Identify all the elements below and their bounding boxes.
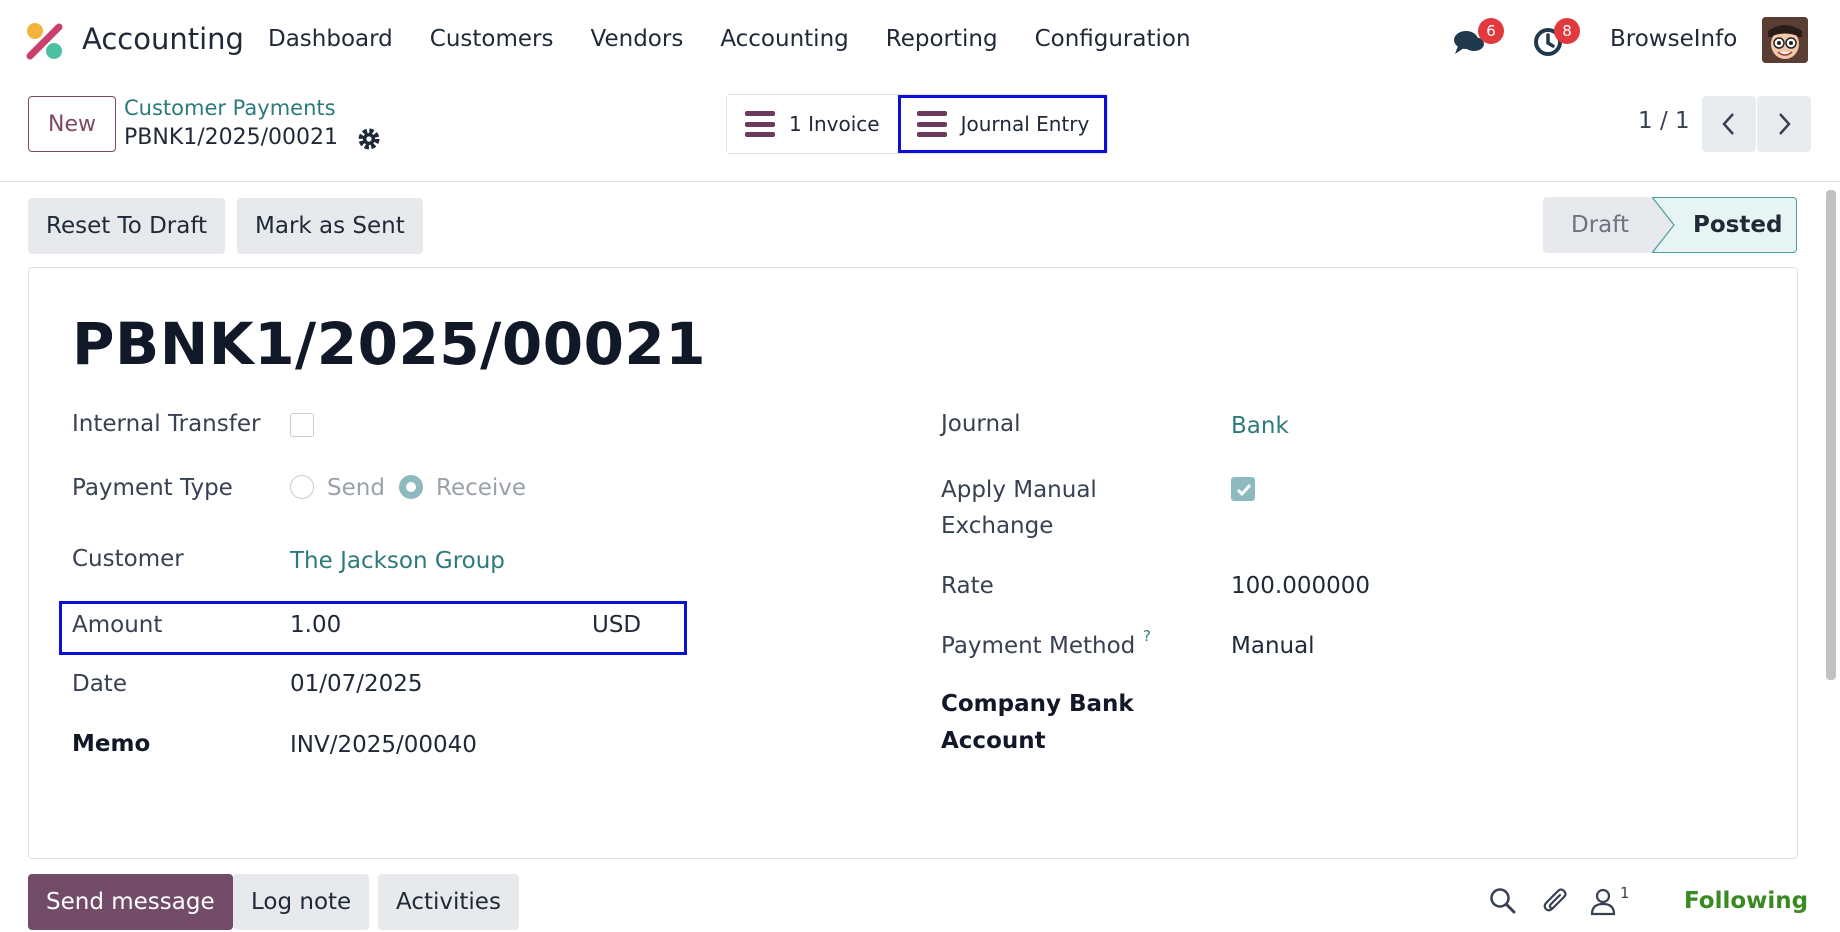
activities-button-chatter[interactable]: Activities: [378, 874, 519, 930]
rate-value: 100.000000: [1231, 573, 1371, 599]
invoice-smart-button-label: 1 Invoice: [789, 112, 880, 136]
payment-type-send-label: Send: [327, 475, 385, 501]
menu-item-accounting[interactable]: Accounting: [720, 26, 848, 52]
menu-item-customers[interactable]: Customers: [430, 26, 554, 52]
status-bar: Draft Posted: [1543, 197, 1797, 253]
memo-value: INV/2025/00040: [290, 732, 477, 758]
scrollbar[interactable]: [1826, 190, 1836, 680]
top-navbar: Accounting Dashboard Customers Vendors A…: [0, 0, 1840, 80]
amount-currency: USD: [592, 612, 642, 638]
messages-button[interactable]: 6: [1452, 18, 1504, 60]
avatar[interactable]: [1762, 17, 1808, 63]
amount-value: 1.00: [290, 612, 342, 638]
search-icon[interactable]: [1488, 886, 1518, 916]
user-avatar-icon: [1762, 17, 1808, 63]
status-draft[interactable]: Draft: [1543, 197, 1653, 253]
record-title: PBNK1/2025/00021: [72, 310, 707, 378]
main-menu: Dashboard Customers Vendors Accounting R…: [268, 26, 1228, 52]
payment-method-value: Manual: [1231, 633, 1315, 659]
send-message-button[interactable]: Send message: [28, 874, 233, 930]
new-button[interactable]: New: [28, 96, 116, 152]
status-arrow: [1652, 197, 1675, 253]
journal-value[interactable]: Bank: [1231, 413, 1289, 439]
activities-button[interactable]: 8: [1532, 18, 1580, 60]
menu-item-reporting[interactable]: Reporting: [886, 26, 998, 52]
menu-item-vendors[interactable]: Vendors: [591, 26, 684, 52]
messages-badge: 6: [1478, 18, 1504, 44]
menu-item-configuration[interactable]: Configuration: [1035, 26, 1191, 52]
payment-method-label: Payment Method: [941, 633, 1136, 659]
payment-type-label: Payment Type: [72, 475, 233, 501]
pager-next-button[interactable]: [1757, 96, 1811, 152]
log-note-button[interactable]: Log note: [233, 874, 370, 930]
journal-label: Journal: [941, 411, 1021, 437]
pager-previous-button[interactable]: [1702, 96, 1756, 152]
journal-entry-smart-button-label: Journal Entry: [960, 112, 1090, 136]
date-label: Date: [72, 671, 127, 697]
user-name[interactable]: BrowseInfo: [1610, 26, 1737, 52]
customer-label: Customer: [72, 546, 184, 572]
payment-type-receive-radio[interactable]: [399, 475, 423, 499]
reset-to-draft-button[interactable]: Reset To Draft: [28, 198, 226, 254]
internal-transfer-checkbox[interactable]: [290, 413, 314, 437]
control-panel: New Customer Payments PBNK1/2025/00021 1…: [0, 80, 1840, 182]
hamburger-icon: [745, 111, 775, 137]
memo-label: Memo: [72, 731, 151, 757]
invoice-smart-button[interactable]: 1 Invoice: [727, 95, 898, 153]
journal-entry-smart-button[interactable]: Journal Entry: [897, 95, 1108, 153]
paperclip-icon[interactable]: [1541, 886, 1571, 916]
breadcrumb-current-record: PBNK1/2025/00021: [124, 125, 339, 150]
internal-transfer-label: Internal Transfer: [72, 411, 261, 437]
breadcrumb-customer-payments[interactable]: Customer Payments: [124, 96, 336, 120]
chevron-right-icon: [1779, 113, 1791, 135]
rate-label: Rate: [941, 573, 994, 599]
apply-manual-exchange-label-line2: Exchange: [941, 513, 1054, 539]
customer-value[interactable]: The Jackson Group: [290, 548, 505, 574]
hamburger-icon: [916, 111, 947, 137]
amount-label: Amount: [72, 612, 163, 638]
payment-method-help-icon[interactable]: ?: [1143, 627, 1151, 645]
smart-buttons: 1 Invoice Journal Entry: [726, 94, 1109, 154]
payment-type-send-radio[interactable]: [290, 475, 314, 499]
menu-item-dashboard[interactable]: Dashboard: [268, 26, 393, 52]
checkmark-icon: [1236, 484, 1252, 497]
gear-icon[interactable]: [356, 126, 382, 152]
company-bank-account-label-line1: Company Bank: [941, 691, 1134, 717]
following-button[interactable]: Following: [1684, 888, 1808, 914]
followers-count: 1: [1620, 884, 1630, 902]
app-logo-icon[interactable]: [26, 22, 64, 60]
payment-type-receive-label: Receive: [436, 475, 527, 501]
chevron-left-icon: [1722, 113, 1734, 135]
user-icon[interactable]: [1588, 886, 1618, 916]
apply-manual-exchange-label-line1: Apply Manual: [941, 477, 1097, 503]
activities-badge: 8: [1554, 18, 1580, 44]
apply-manual-exchange-checkbox[interactable]: [1231, 477, 1255, 501]
pager-value[interactable]: 1 / 1: [1638, 108, 1690, 134]
app-name[interactable]: Accounting: [82, 22, 244, 56]
company-bank-account-label-line2: Account: [941, 728, 1046, 754]
mark-as-sent-button[interactable]: Mark as Sent: [237, 198, 423, 254]
date-value: 01/07/2025: [290, 671, 423, 697]
